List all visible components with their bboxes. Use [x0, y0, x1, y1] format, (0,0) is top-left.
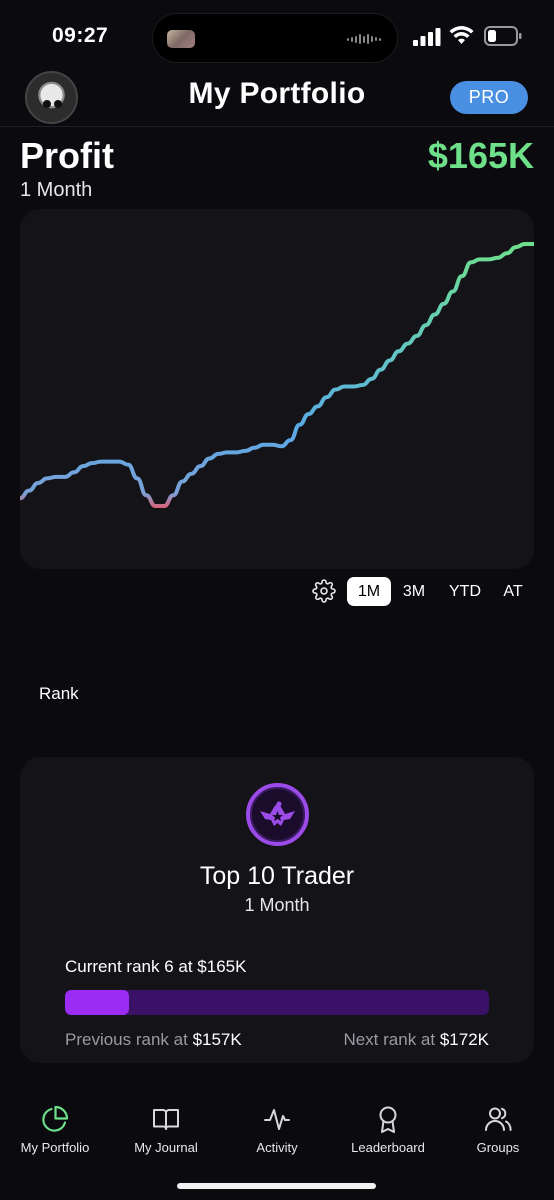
cellular-signal-icon	[413, 28, 441, 46]
tab-label: Leaderboard	[351, 1140, 425, 1155]
tab-groups[interactable]: Groups	[443, 1104, 553, 1155]
battery-icon	[484, 26, 522, 46]
pro-badge[interactable]: PRO	[450, 81, 528, 114]
profit-chart[interactable]	[20, 209, 534, 569]
timeframe-3m-button[interactable]: 3M	[396, 577, 432, 606]
portfolio-screen: 09:27 My Portfolio PRO Profit $165K 1 Mo…	[0, 0, 554, 1200]
tab-my-journal[interactable]: My Journal	[111, 1104, 221, 1155]
tab-activity[interactable]: Activity	[222, 1104, 332, 1155]
users-icon	[485, 1107, 512, 1131]
award-icon	[379, 1106, 397, 1133]
profit-series-line	[20, 242, 534, 508]
book-icon	[153, 1109, 179, 1130]
tab-label: Activity	[256, 1140, 298, 1155]
home-indicator	[177, 1183, 376, 1189]
previous-rank-value: $157K	[192, 1030, 242, 1049]
wifi-icon	[449, 26, 474, 44]
tab-my-portfolio[interactable]: My Portfolio	[0, 1104, 110, 1155]
rank-period: 1 Month	[244, 895, 310, 915]
next-rank: Next rank at $172K	[343, 1030, 489, 1050]
tab-label: My Journal	[134, 1140, 198, 1155]
pie-chart-icon	[42, 1105, 69, 1132]
next-rank-value: $172K	[439, 1030, 489, 1049]
eagle-badge-icon	[246, 783, 309, 846]
timeframe-1m-button[interactable]: 1M	[347, 577, 391, 606]
current-rank-text: Current rank 6 at $165K	[65, 957, 247, 976]
next-rank-label: Next rank at	[343, 1030, 440, 1049]
rank-progress-fill	[65, 990, 129, 1015]
previous-rank-label: Previous rank at	[65, 1030, 193, 1049]
profit-period: 1 Month	[20, 179, 93, 201]
settings-gear-icon[interactable]	[312, 579, 336, 603]
previous-rank: Previous rank at $157K	[65, 1030, 242, 1050]
status-time: 09:27	[52, 24, 109, 47]
profit-value: $165K	[427, 135, 534, 176]
activity-icon	[264, 1109, 290, 1130]
now-playing-thumbnail	[167, 30, 195, 48]
rank-card[interactable]: Top 10 Trader 1 Month Current rank 6 at …	[20, 757, 534, 1063]
tab-label: Groups	[476, 1140, 520, 1155]
timeframe-ytd-button[interactable]: YTD	[444, 577, 486, 606]
profit-line-chart	[20, 242, 534, 508]
dynamic-island[interactable]	[152, 13, 398, 63]
rank-progress-bar	[65, 990, 489, 1015]
rank-title: Top 10 Trader	[199, 862, 355, 890]
audio-waveform-icon	[347, 34, 381, 44]
rank-heading: Rank	[39, 684, 79, 703]
timeframe-at-button[interactable]: AT	[497, 577, 529, 606]
profit-label: Profit	[20, 135, 114, 176]
tab-label: My Portfolio	[20, 1140, 90, 1155]
tab-leaderboard[interactable]: Leaderboard	[333, 1104, 443, 1155]
header-divider	[0, 126, 554, 127]
